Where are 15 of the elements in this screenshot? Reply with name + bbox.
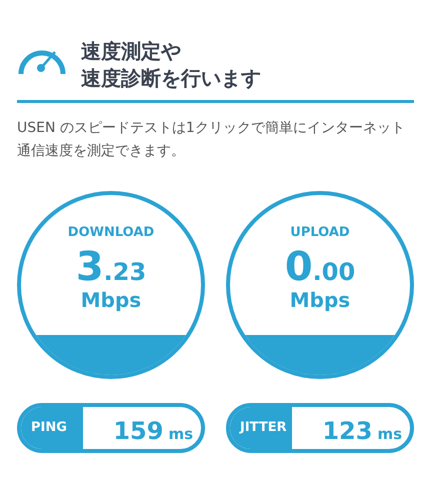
page-title: 速度診断を行います — [81, 65, 261, 92]
metric-value: 159 — [113, 416, 164, 447]
description-text: USEN のスピードテストは1クリックで簡単にインターネット通信速度を測定できます。 — [17, 119, 406, 161]
metric-value: 123 — [322, 416, 372, 447]
metric-unit: ms — [377, 424, 402, 445]
page-title: 速度測定や — [81, 38, 182, 65]
metric-label: PING — [21, 407, 83, 449]
metric-unit: ms — [168, 424, 193, 445]
metric-label: JITTER — [230, 407, 292, 449]
speed-unit: Mbps — [80, 286, 142, 312]
gauge-label: UPLOAD — [290, 224, 350, 242]
speed-value: 0.00 — [284, 246, 356, 286]
speed-value: 3.23 — [76, 246, 146, 286]
speed-unit: Mbps — [290, 286, 350, 312]
gauge-label: DOWNLOAD — [68, 224, 154, 242]
